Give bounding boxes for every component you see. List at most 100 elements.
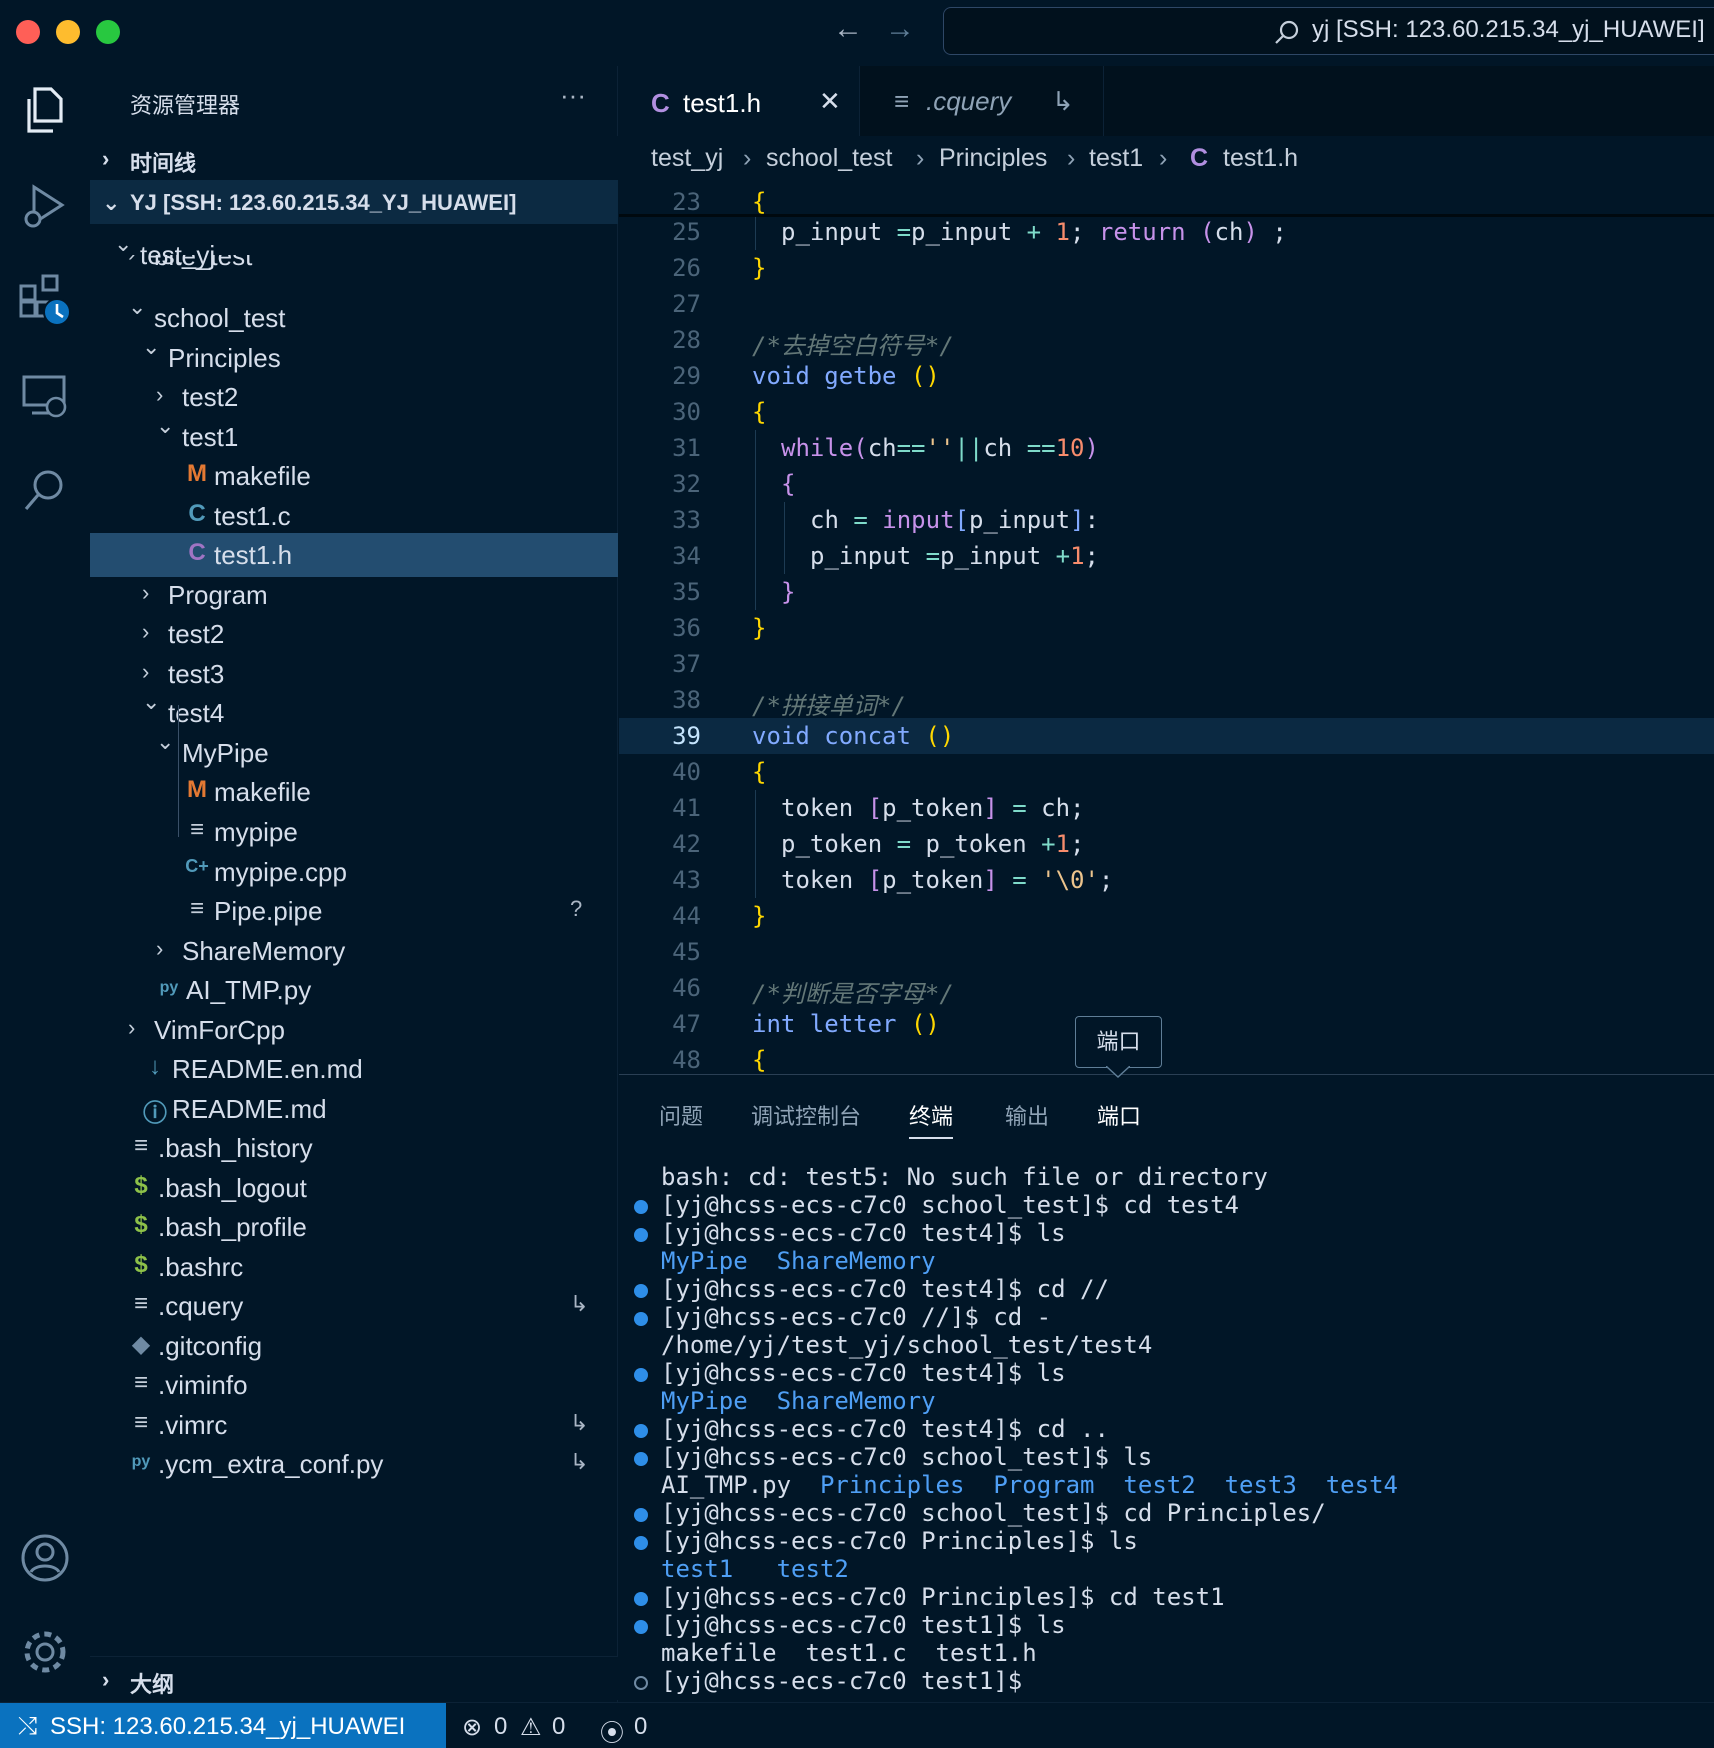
more-actions-icon[interactable]: ···: [560, 80, 586, 111]
explorer-icon[interactable]: [15, 80, 75, 140]
code-line[interactable]: 27: [619, 286, 1714, 322]
gear-icon[interactable]: [15, 1622, 75, 1682]
code-line[interactable]: 32 {: [619, 466, 1714, 502]
command-decoration-icon[interactable]: [634, 1424, 648, 1438]
code-line[interactable]: 37: [619, 646, 1714, 682]
code-line[interactable]: 46 /*判断是否字母*/: [619, 970, 1714, 1008]
code-line[interactable]: 45: [619, 934, 1714, 970]
close-window-button[interactable]: [16, 20, 40, 44]
code-line[interactable]: 43 token [p_token] = '\0';: [619, 862, 1714, 898]
command-decoration-icon[interactable]: [634, 1284, 648, 1298]
tree-item[interactable]: Mmakefile: [90, 770, 618, 814]
code-line[interactable]: 26}: [619, 250, 1714, 286]
forward-arrow-icon[interactable]: →: [885, 12, 915, 46]
run-debug-icon[interactable]: [15, 176, 75, 236]
tree-item[interactable]: ≡ .cquery ↳: [90, 1284, 618, 1328]
ports-indicator[interactable]: ⦿ 0: [600, 1703, 660, 1748]
tree-item[interactable]: ⌄ Principles: [90, 334, 618, 380]
tree-item[interactable]: ≡ .vimrc ↳: [90, 1403, 618, 1447]
command-decoration-icon[interactable]: [634, 1312, 648, 1326]
outline-section[interactable]: › 大纲: [90, 1656, 618, 1700]
command-decoration-icon[interactable]: [634, 1508, 648, 1522]
tree-item[interactable]: py .ycm_extra_conf.py ↳: [90, 1442, 618, 1486]
remote-explorer-icon[interactable]: [15, 366, 75, 426]
tree-item[interactable]: › test2: [90, 612, 618, 656]
code-line[interactable]: 40 {: [619, 754, 1714, 790]
command-decoration-icon[interactable]: [634, 1592, 648, 1606]
tree-item[interactable]: Ctest1.h: [90, 533, 618, 577]
code-line[interactable]: 29 void getbe (): [619, 358, 1714, 394]
code-line[interactable]: 41 token [p_token] = ch;: [619, 790, 1714, 826]
code-line[interactable]: 42 p_token = p_token +1;: [619, 826, 1714, 862]
breadcrumb-item[interactable]: Principles: [939, 144, 1047, 173]
command-decoration-icon[interactable]: [634, 1620, 648, 1634]
timeline-section[interactable]: › 时间线: [90, 136, 618, 180]
command-decoration-icon[interactable]: [634, 1452, 648, 1466]
tab-ports[interactable]: 端口: [1097, 1099, 1141, 1131]
account-icon[interactable]: [15, 1528, 75, 1588]
remote-indicator[interactable]: ⤭ SSH: 123.60.215.34_yj_HUAWEI: [0, 1703, 446, 1748]
tab-problems[interactable]: 问题: [659, 1099, 703, 1131]
code-line[interactable]: 48 {: [619, 1042, 1714, 1072]
tree-item[interactable]: ⓘ README.md: [90, 1087, 618, 1131]
code-line[interactable]: 39 void concat (): [619, 718, 1714, 754]
code-line[interactable]: 30 {: [619, 394, 1714, 430]
tree-item[interactable]: ↓ README.en.md: [90, 1047, 618, 1091]
code-line[interactable]: 47 int letter (): [619, 1006, 1714, 1042]
command-center[interactable]: yj [SSH: 123.60.215.34_yj_HUAWEI]: [943, 7, 1714, 55]
tree-item[interactable]: Mmakefile: [90, 454, 618, 498]
tree-item[interactable]: $ .bash_profile: [90, 1205, 618, 1249]
code-line[interactable]: 23 {: [619, 184, 1714, 216]
breadcrumb-item[interactable]: school_test: [766, 144, 892, 173]
code-line[interactable]: 44}: [619, 898, 1714, 934]
back-arrow-icon[interactable]: ←: [833, 12, 863, 46]
code-line[interactable]: 34 p_input =p_input +1;: [619, 538, 1714, 574]
tab-cquery[interactable]: ≡ .cquery ↳: [859, 66, 1104, 136]
breadcrumb-item[interactable]: test_yj: [651, 144, 723, 173]
tree-item[interactable]: ⌄ MyPipe: [90, 729, 618, 775]
tree-item[interactable]: ⌄ school_test: [90, 294, 618, 340]
problems-indicator[interactable]: ⊗ 0 ⚠ 0: [462, 1703, 572, 1748]
tree-item[interactable]: › VimForCpp: [90, 1008, 618, 1052]
command-decoration-icon[interactable]: [634, 1536, 648, 1550]
tree-item[interactable]: › Program: [90, 573, 618, 617]
code-editor[interactable]: 23{25 p_input =p_input + 1; return (ch) ;…: [619, 184, 1714, 1072]
code-line[interactable]: 25 p_input =p_input + 1; return (ch) ;: [619, 214, 1714, 250]
search-icon[interactable]: [15, 460, 75, 520]
tab-test1-h[interactable]: C test1.h ✕: [619, 66, 859, 136]
tree-item[interactable]: Ctest1.c: [90, 494, 618, 538]
tree-item[interactable]: › bite_test: [90, 255, 618, 277]
minimize-window-button[interactable]: [56, 20, 80, 44]
tab-debug-console[interactable]: 调试控制台: [751, 1099, 861, 1131]
tree-item[interactable]: ≡ Pipe.pipe?: [90, 889, 618, 933]
code-line[interactable]: 38 /*拼接单词*/: [619, 682, 1714, 720]
tree-item[interactable]: $ .bashrc: [90, 1245, 618, 1289]
command-decoration-icon[interactable]: [634, 1676, 648, 1690]
command-decoration-icon[interactable]: [634, 1228, 648, 1242]
tab-terminal[interactable]: 终端: [909, 1099, 954, 1139]
command-decoration-icon[interactable]: [634, 1368, 648, 1382]
maximize-window-button[interactable]: [96, 20, 120, 44]
tree-item[interactable]: › ShareMemory: [90, 929, 618, 973]
tree-item[interactable]: ≡ .bash_history: [90, 1126, 618, 1170]
workspace-section[interactable]: ⌄ YJ [SSH: 123.60.215.34_YJ_HUAWEI]: [90, 180, 618, 224]
tree-item[interactable]: ◆ .gitconfig: [90, 1324, 618, 1368]
command-decoration-icon[interactable]: [634, 1200, 648, 1214]
breadcrumb-item[interactable]: test1: [1089, 144, 1143, 173]
code-line[interactable]: 28 /*去掉空白符号*/: [619, 322, 1714, 360]
tab-output[interactable]: 输出: [1005, 1099, 1049, 1131]
tree-item[interactable]: py AI_TMP.py: [90, 968, 618, 1012]
tree-item[interactable]: $ .bash_logout: [90, 1166, 618, 1210]
tree-item[interactable]: ⌄ test1: [90, 413, 618, 459]
code-line[interactable]: 31 while(ch==''||ch ==10): [619, 430, 1714, 466]
breadcrumb-item[interactable]: test1.h: [1223, 144, 1298, 173]
tree-item[interactable]: › test3: [90, 652, 618, 696]
code-line[interactable]: 33 ch = input[p_input]:: [619, 502, 1714, 538]
tree-item[interactable]: ≡ mypipe: [90, 810, 618, 854]
code-line[interactable]: 35}: [619, 574, 1714, 610]
tree-item[interactable]: ≡ .viminfo: [90, 1363, 618, 1407]
code-line[interactable]: 36}: [619, 610, 1714, 646]
extensions-icon[interactable]: [15, 270, 75, 330]
close-icon[interactable]: ✕: [819, 86, 841, 117]
tree-item[interactable]: C+ mypipe.cpp: [90, 850, 618, 894]
